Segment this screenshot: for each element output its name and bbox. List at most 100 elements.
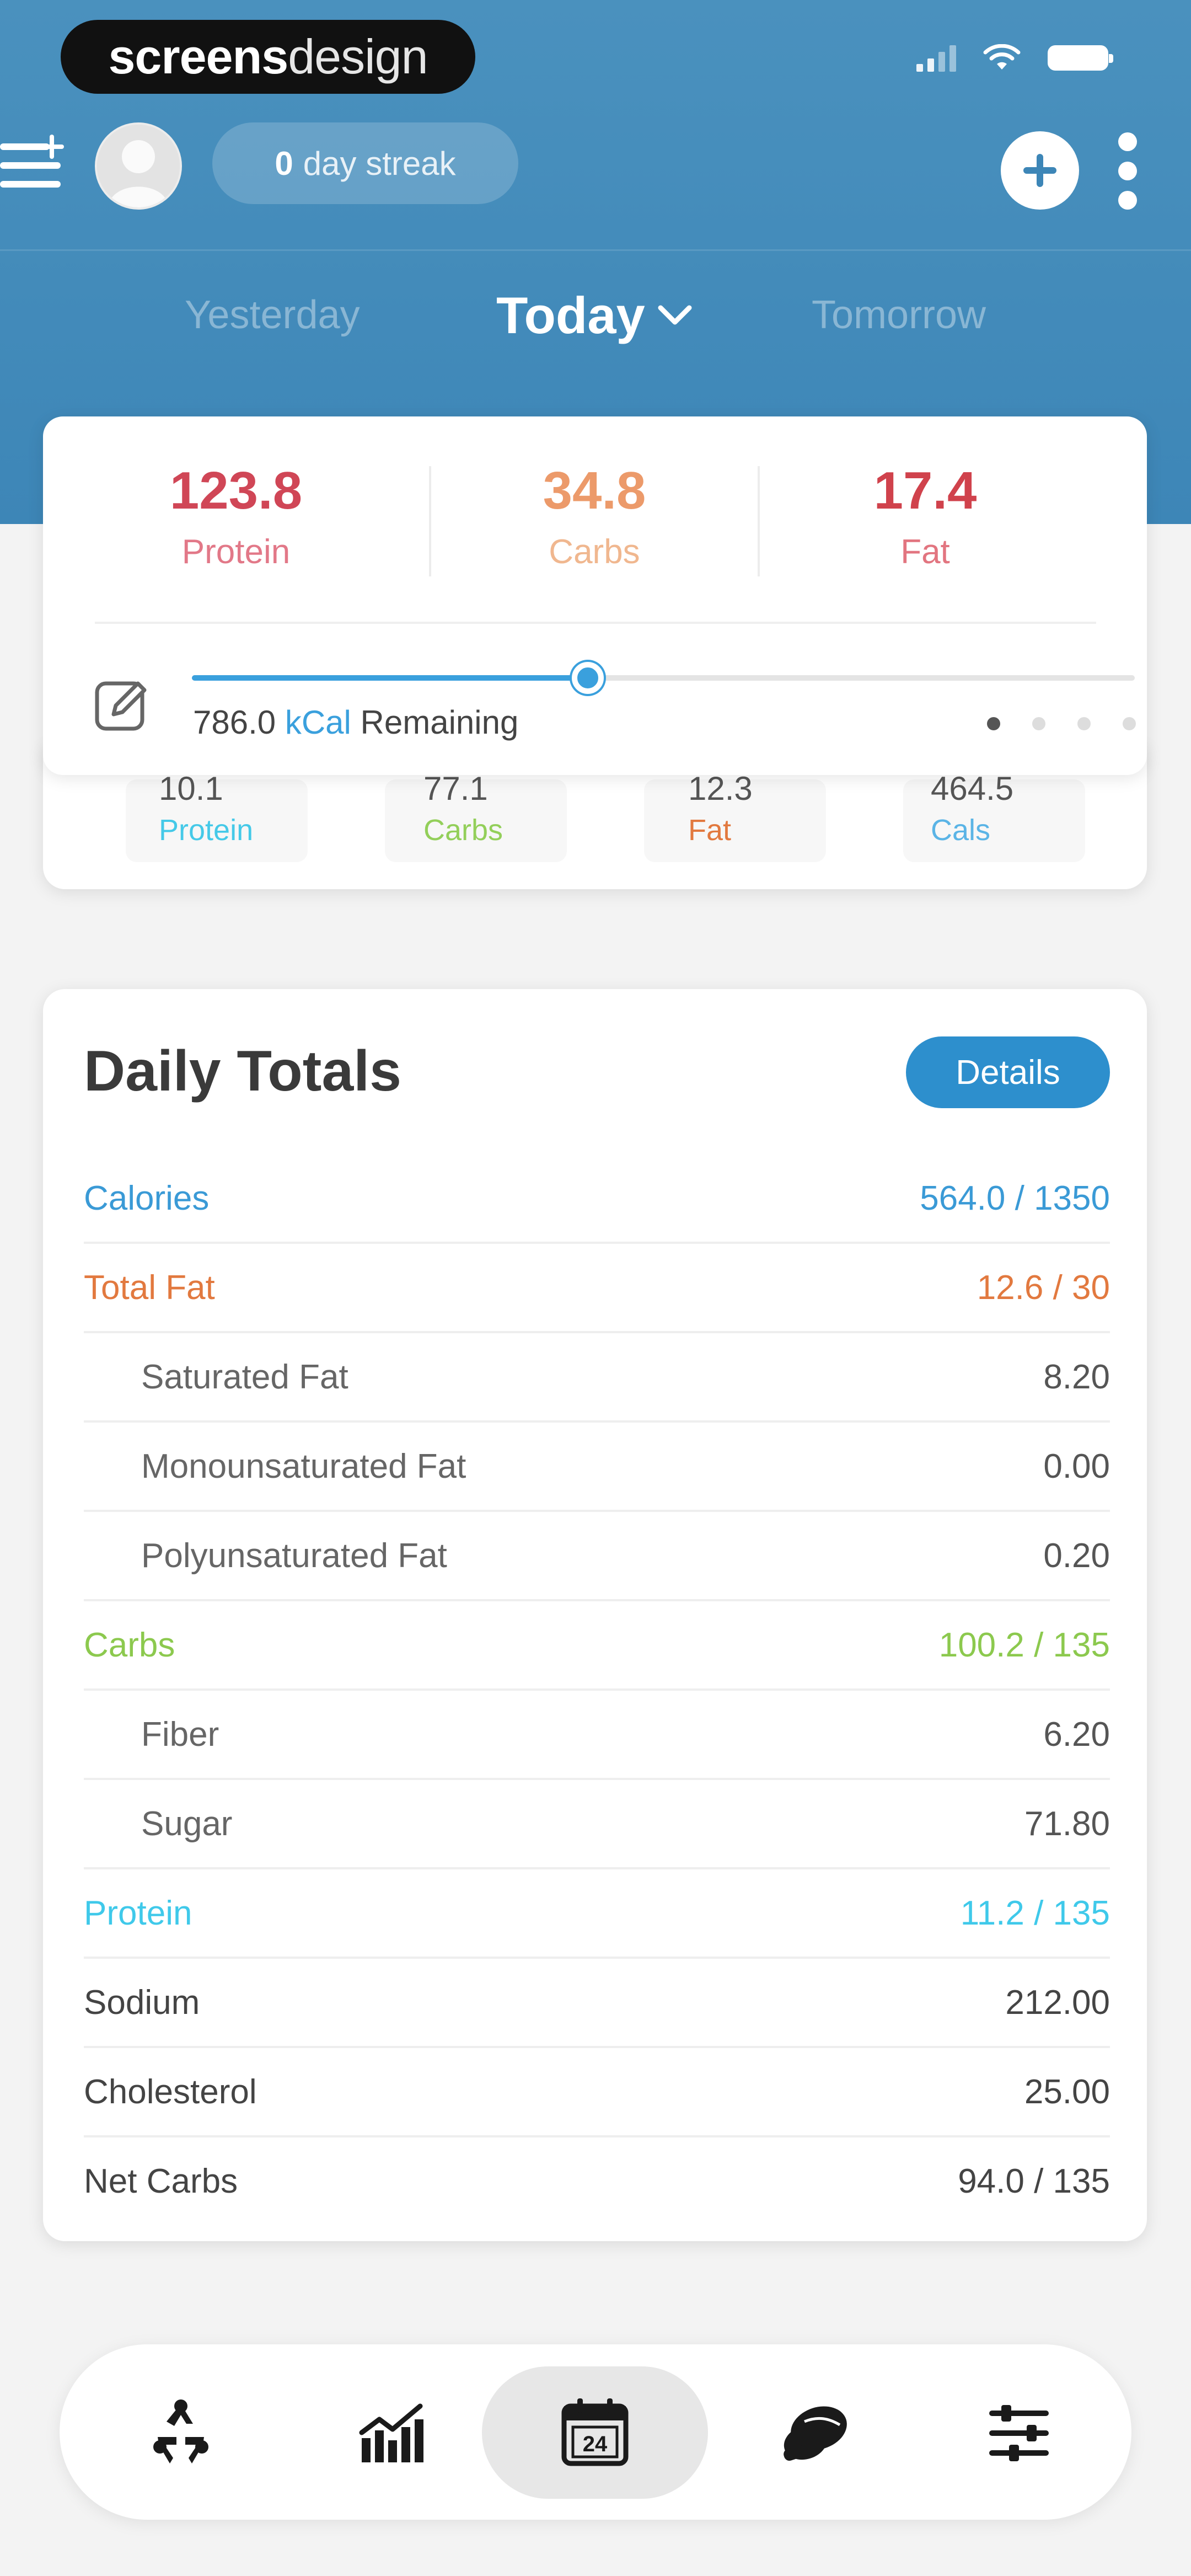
- row-label: Monounsaturated Fat: [141, 1447, 466, 1485]
- macro-divider: [95, 622, 1096, 624]
- day-navigation: Yesterday Today Tomorrow: [0, 281, 1191, 353]
- macro-fat: 17.4 Fat: [749, 461, 1102, 571]
- row-value: 0.00: [1043, 1447, 1110, 1485]
- meal-summary-row: 10.1 Protein 77.1 Carbs 12.3 Fat 464.5 C…: [43, 769, 1147, 862]
- row-label: Calories: [84, 1179, 210, 1217]
- chart-icon: [359, 2403, 423, 2462]
- carbs-label: Carbs: [549, 533, 640, 571]
- add-list-menu-icon[interactable]: [0, 127, 66, 204]
- summary-label: Fat: [688, 814, 732, 847]
- remaining-label: Remaining: [360, 704, 519, 741]
- row-label: Cholesterol: [84, 2072, 257, 2111]
- row-label: Sodium: [84, 1983, 200, 2022]
- food-icon: [784, 2406, 847, 2461]
- brand-watermark: screens design: [61, 20, 475, 94]
- nav-reports[interactable]: [324, 2366, 457, 2499]
- edit-icon[interactable]: [92, 676, 152, 736]
- page-dot[interactable]: [1077, 717, 1091, 730]
- add-button[interactable]: [1001, 131, 1079, 210]
- tomorrow-tab[interactable]: Tomorrow: [812, 292, 986, 338]
- macro-carbs: 34.8 Carbs: [418, 461, 771, 571]
- daily-totals-row: Total Fat 12.6 / 30: [84, 1244, 1110, 1333]
- row-value: 0.20: [1043, 1536, 1110, 1575]
- user-silhouette-icon: [97, 125, 180, 207]
- yesterday-tab[interactable]: Yesterday: [185, 292, 360, 338]
- row-label: Fiber: [141, 1715, 219, 1754]
- daily-totals-row: Cholesterol 25.00: [84, 2048, 1110, 2137]
- daily-totals-list: Calories 564.0 / 1350 Total Fat 12.6 / 30 Sa…: [84, 1155, 1110, 2225]
- dot: [1118, 162, 1137, 180]
- dot: [1118, 132, 1137, 151]
- nav-settings[interactable]: [953, 2366, 1085, 2499]
- recycle-icon: [153, 2399, 208, 2463]
- summary-label: Protein: [159, 814, 254, 847]
- row-label: Total Fat: [84, 1268, 215, 1307]
- nav-diary[interactable]: 24: [482, 2366, 708, 2499]
- daily-totals-row: Sodium 212.00: [84, 1959, 1110, 2048]
- daily-totals-row: Calories 564.0 / 1350: [84, 1155, 1110, 1244]
- summary-label: Carbs: [423, 814, 503, 847]
- details-button[interactable]: Details: [906, 1036, 1110, 1108]
- daily-totals-card: Daily Totals Details Calories 564.0 / 135…: [43, 989, 1147, 2241]
- summary-label: Cals: [931, 814, 991, 847]
- row-value: 94.0 / 135: [958, 2162, 1110, 2200]
- row-label: Protein: [84, 1894, 192, 1932]
- row-value: 71.80: [1024, 1804, 1110, 1843]
- status-icons: [916, 44, 1113, 72]
- brand-light: design: [288, 29, 428, 84]
- svg-text:24: 24: [583, 2432, 608, 2456]
- calorie-progress-fill: [192, 675, 588, 681]
- row-label: Saturated Fat: [141, 1358, 348, 1396]
- row-value: 25.00: [1024, 2072, 1110, 2111]
- page-indicator[interactable]: [987, 717, 1136, 730]
- brand-bold: screens: [108, 29, 288, 84]
- avatar[interactable]: [95, 122, 182, 210]
- today-label: Today: [496, 286, 645, 344]
- row-label: Polyunsaturated Fat: [141, 1536, 447, 1575]
- summary-value: 464.5: [931, 770, 1014, 807]
- page-dot[interactable]: [1032, 717, 1045, 730]
- row-label: Sugar: [141, 1804, 233, 1843]
- page-dot[interactable]: [1123, 717, 1136, 730]
- row-value: 564.0 / 1350: [920, 1179, 1110, 1217]
- today-dropdown[interactable]: Today: [496, 286, 693, 345]
- calories-remaining: 786.0 kCal Remaining: [193, 703, 518, 741]
- fat-label: Fat: [900, 533, 950, 571]
- settings-sliders-icon: [989, 2405, 1049, 2461]
- daily-totals-row: Carbs 100.2 / 135: [84, 1601, 1110, 1691]
- row-value: 12.6 / 30: [977, 1268, 1110, 1307]
- carbs-value: 34.8: [543, 461, 646, 520]
- daily-totals-row: Fiber 6.20: [84, 1691, 1110, 1780]
- row-value: 8.20: [1043, 1358, 1110, 1396]
- macro-protein: 123.8 Protein: [60, 461, 412, 571]
- wifi-icon: [983, 44, 1021, 70]
- row-value: 212.00: [1005, 1983, 1110, 2022]
- nav-recycle[interactable]: [115, 2366, 247, 2499]
- nav-foods[interactable]: [749, 2366, 881, 2499]
- dot: [1118, 191, 1137, 210]
- fat-value: 17.4: [873, 461, 977, 520]
- remaining-unit: kCal: [285, 704, 351, 741]
- daily-totals-row: Protein 11.2 / 135: [84, 1869, 1110, 1959]
- header-divider: [0, 249, 1191, 251]
- protein-label: Protein: [181, 533, 291, 571]
- row-value: 6.20: [1043, 1715, 1110, 1754]
- row-value: 100.2 / 135: [938, 1626, 1110, 1664]
- chevron-down-icon: [658, 305, 692, 325]
- daily-totals-row: Net Carbs 94.0 / 135: [84, 2137, 1110, 2225]
- page-dot[interactable]: [987, 717, 1000, 730]
- daily-totals-row: Saturated Fat 8.20: [84, 1333, 1110, 1423]
- daily-totals-row: Monounsaturated Fat 0.00: [84, 1423, 1110, 1512]
- row-label: Carbs: [84, 1626, 175, 1664]
- summary-protein: 10.1 Protein: [159, 769, 379, 852]
- daily-totals-row: Sugar 71.80: [84, 1780, 1110, 1869]
- macro-summary-card[interactable]: 123.8 Protein 34.8 Carbs 17.4 Fat 786.0 …: [43, 416, 1147, 775]
- streak-badge[interactable]: 0 day streak: [212, 122, 518, 204]
- summary-value: 10.1: [159, 770, 223, 807]
- calorie-progress-bar: [192, 662, 1135, 694]
- summary-value: 77.1: [423, 770, 488, 807]
- calendar-icon: 24: [561, 2398, 629, 2466]
- daily-totals-title: Daily Totals: [84, 1039, 402, 1103]
- more-options-button[interactable]: [1114, 132, 1141, 210]
- calorie-progress-knob: [572, 662, 604, 694]
